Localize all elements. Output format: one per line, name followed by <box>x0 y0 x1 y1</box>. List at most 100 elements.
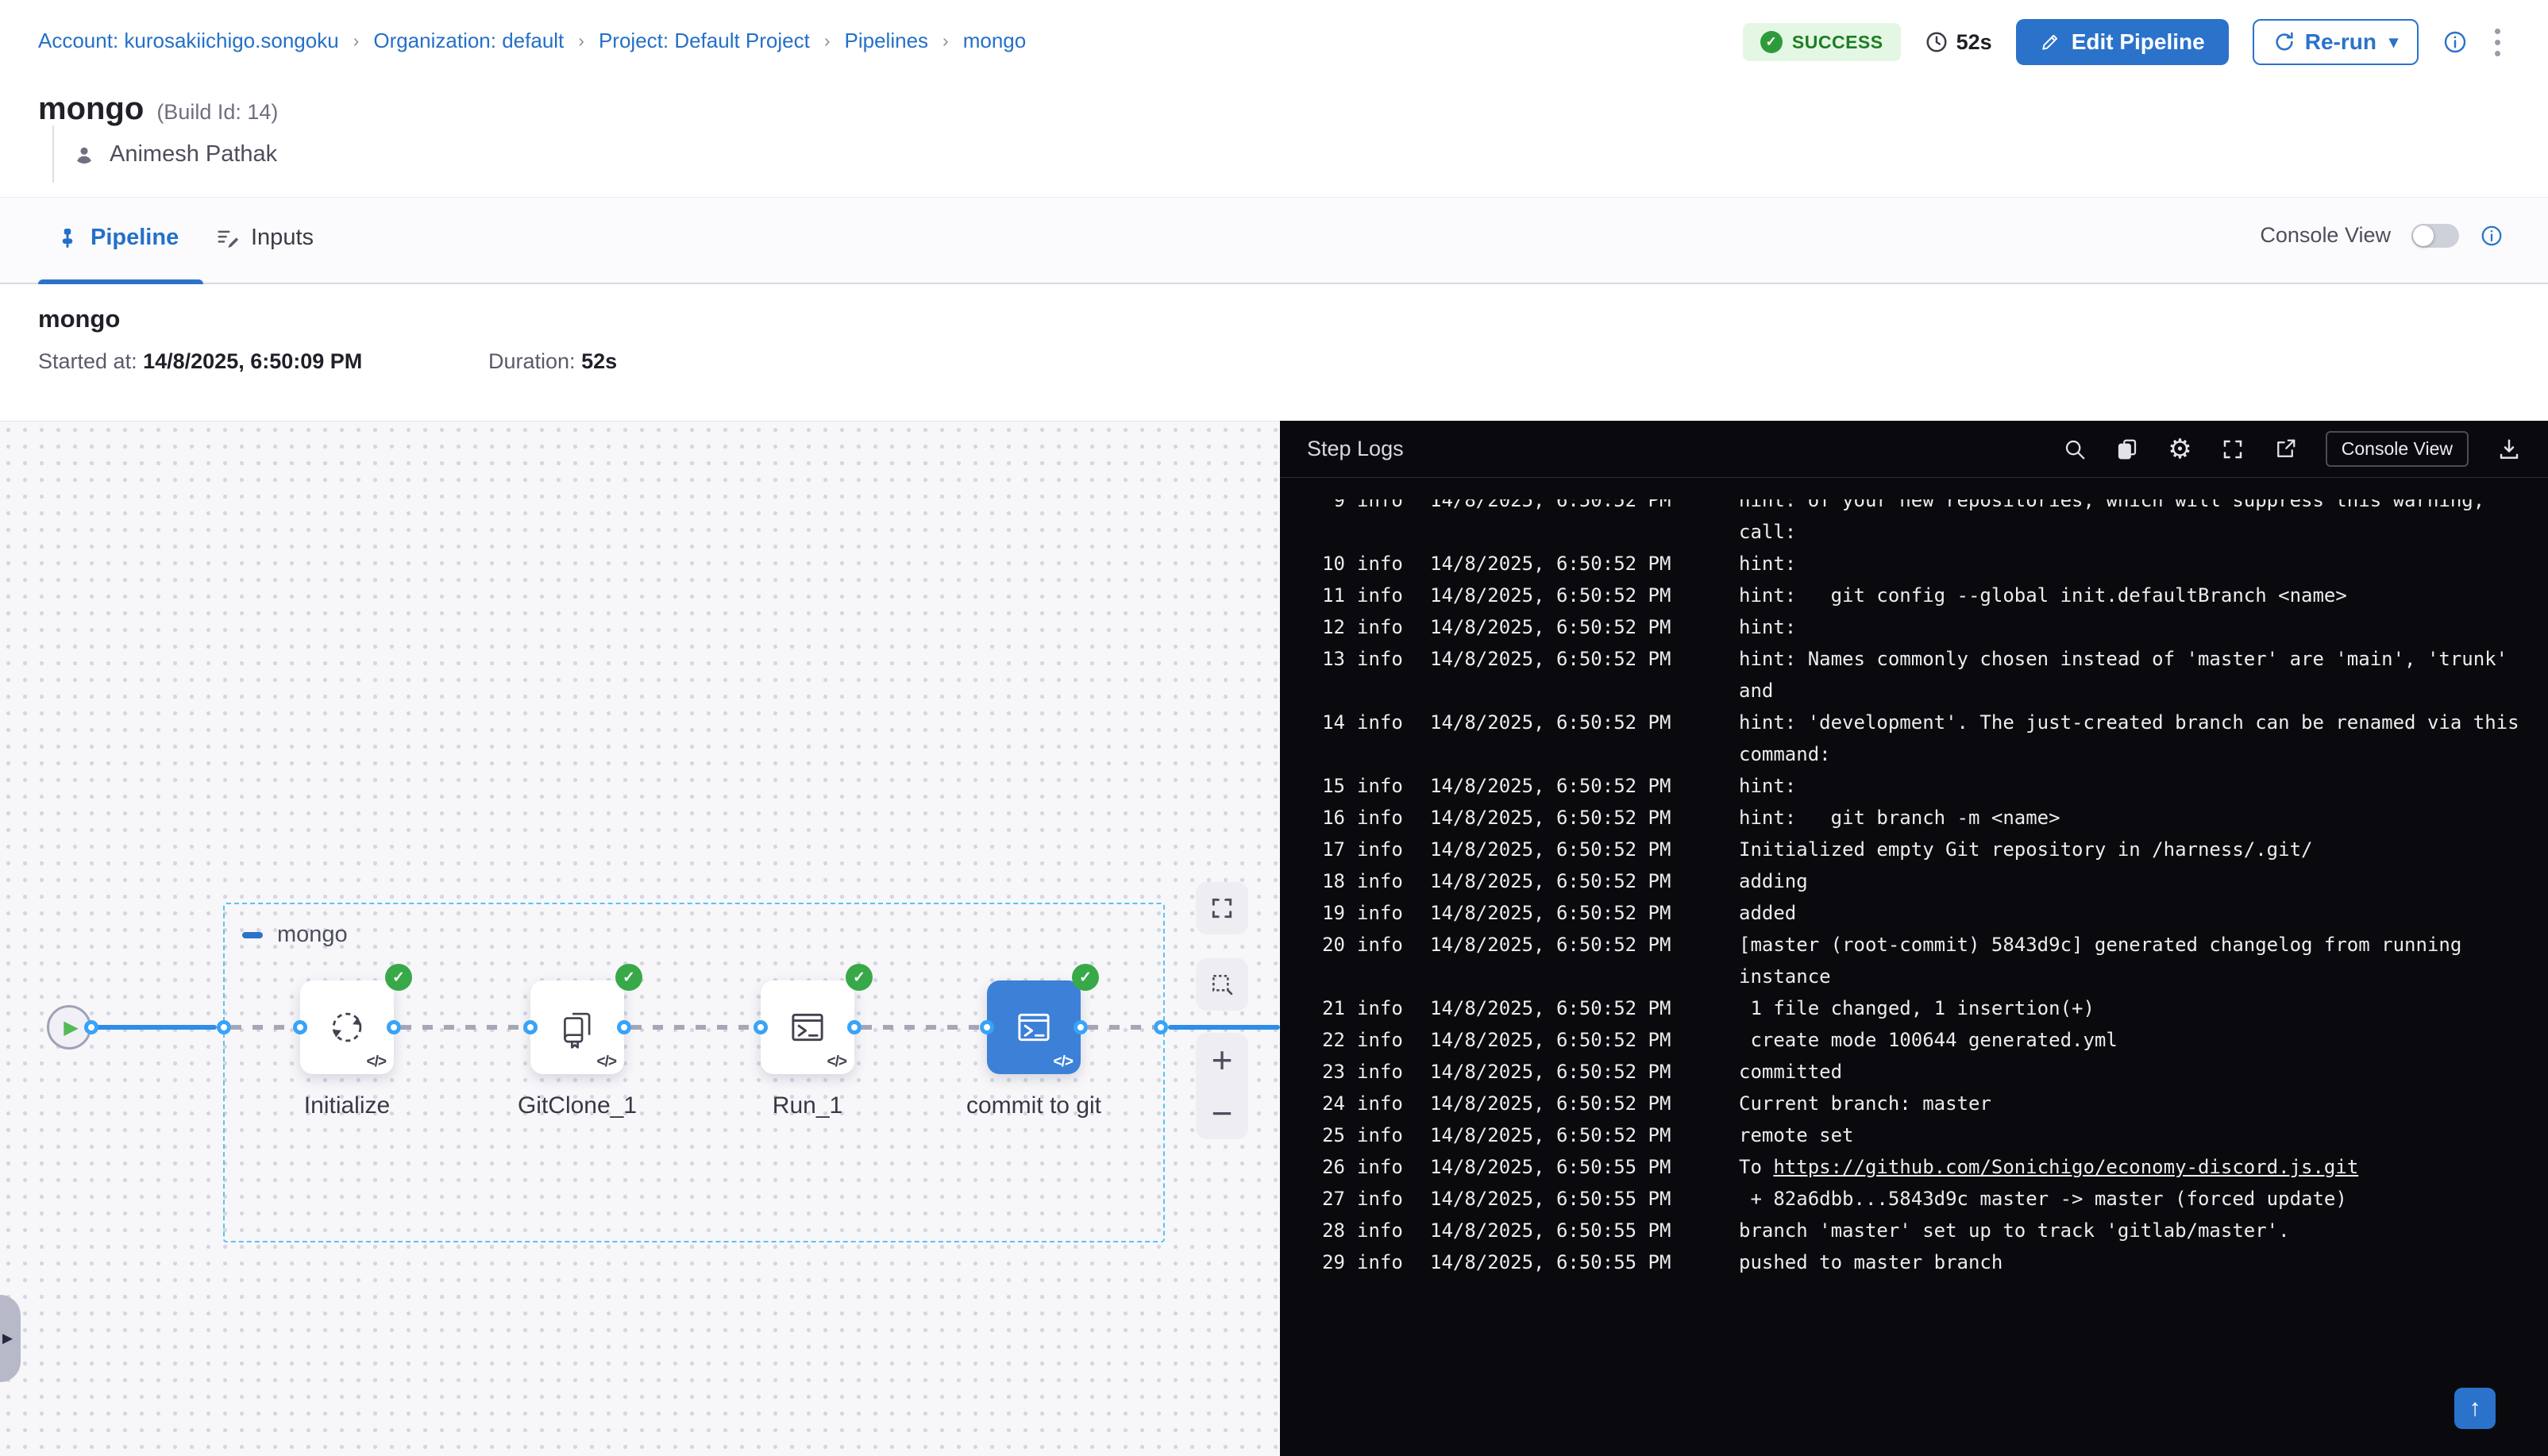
breadcrumb-separator: › <box>578 30 584 52</box>
step-node-initialize[interactable]: </> <box>300 980 394 1074</box>
log-message: hint: <box>1739 770 1796 802</box>
log-message: added <box>1739 897 1796 929</box>
code-icon: </> <box>367 1053 386 1071</box>
log-timestamp: 14/8/2025, 6:50:52 PM <box>1430 1056 1671 1088</box>
log-clip-mask <box>1280 479 2548 499</box>
log-timestamp: 14/8/2025, 6:50:52 PM <box>1430 770 1671 802</box>
log-level: info <box>1357 1151 1403 1183</box>
breadcrumb-pipelines[interactable]: Pipelines <box>845 29 929 53</box>
log-message: hint: git branch -m <name> <box>1739 802 2060 834</box>
zoom-in-button[interactable]: + <box>1212 1042 1233 1078</box>
console-view-info-icon[interactable] <box>2480 224 2504 248</box>
zoom-out-button[interactable]: − <box>1212 1095 1233 1131</box>
more-options-menu[interactable] <box>2492 25 2504 60</box>
log-line-continuation: and <box>1280 675 2548 707</box>
rerun-label: Re-run <box>2305 29 2376 55</box>
left-panel-expand-handle[interactable]: ▶ <box>0 1295 21 1382</box>
log-message: adding <box>1739 865 1808 897</box>
log-line-number: 18 <box>1310 865 1345 897</box>
log-timestamp: 14/8/2025, 6:50:52 PM <box>1430 580 1671 611</box>
log-level: info <box>1357 834 1403 865</box>
step-node-run[interactable]: </> <box>761 980 854 1074</box>
page-title: mongo (Build Id: 14) <box>38 91 278 127</box>
log-line-number: 24 <box>1310 1088 1345 1119</box>
pipeline-canvas[interactable]: ▶ mongo </> </> </> </> <box>0 421 1280 1456</box>
log-fullscreen-icon[interactable] <box>2221 437 2245 461</box>
step-status-success-icon: ✓ <box>615 964 642 991</box>
code-icon: </> <box>597 1053 616 1071</box>
step-label: Run_1 <box>688 1092 927 1119</box>
run-stage-name: mongo <box>38 305 120 333</box>
chevron-down-icon[interactable]: ▾ <box>2389 32 2398 52</box>
log-line-number: 12 <box>1310 611 1345 643</box>
log-timestamp: 14/8/2025, 6:50:52 PM <box>1430 1119 1671 1151</box>
rerun-button[interactable]: Re-run ▾ <box>2253 19 2419 65</box>
log-message: create mode 100644 generated.yml <box>1739 1024 2118 1056</box>
log-message: Initialized empty Git repository in /har… <box>1739 834 2312 865</box>
author-name: Animesh Pathak <box>110 141 277 168</box>
log-level: info <box>1357 1246 1403 1278</box>
step-status-success-icon: ✓ <box>846 964 873 991</box>
log-timestamp: 14/8/2025, 6:50:52 PM <box>1430 802 1671 834</box>
log-timestamp: 14/8/2025, 6:50:52 PM <box>1430 643 1671 675</box>
connector-dot <box>617 1020 631 1034</box>
log-level: info <box>1357 992 1403 1024</box>
duration-value: 52s <box>1956 30 1992 55</box>
log-line-number: 29 <box>1310 1246 1345 1278</box>
log-message: command: <box>1739 738 1831 770</box>
build-id: (Build Id: 14) <box>156 100 278 125</box>
log-line-number: 22 <box>1310 1024 1345 1056</box>
breadcrumb-separator: › <box>824 30 831 52</box>
scroll-to-top-button[interactable]: ↑ <box>2454 1388 2496 1429</box>
info-icon[interactable] <box>2442 29 2468 55</box>
log-timestamp: 14/8/2025, 6:50:52 PM <box>1430 834 1671 865</box>
log-search-icon[interactable] <box>2063 437 2087 461</box>
log-message: hint: <box>1739 548 1796 580</box>
log-line-number: 13 <box>1310 643 1345 675</box>
connector-dot <box>754 1020 768 1034</box>
toggle-knob <box>2413 225 2434 246</box>
log-line: 26info14/8/2025, 6:50:55 PMTo https://gi… <box>1280 1151 2548 1183</box>
edit-pipeline-button[interactable]: Edit Pipeline <box>2016 19 2229 65</box>
console-view-button[interactable]: Console View <box>2326 431 2469 467</box>
connector-dot <box>387 1020 401 1034</box>
log-level: info <box>1357 707 1403 738</box>
log-timestamp: 14/8/2025, 6:50:52 PM <box>1430 611 1671 643</box>
step-status-success-icon: ✓ <box>1072 964 1099 991</box>
stage-collapse-button[interactable] <box>242 932 263 938</box>
log-message: + 82a6dbb...5843d9c master -> master (fo… <box>1739 1183 2347 1215</box>
log-message: instance <box>1739 961 1831 992</box>
step-node-gitclone[interactable]: </> <box>530 980 624 1074</box>
log-copy-icon[interactable] <box>2115 437 2139 461</box>
canvas-fit-view-button[interactable] <box>1196 882 1248 934</box>
breadcrumb-organization[interactable]: Organization: default <box>373 29 564 53</box>
step-status-success-icon: ✓ <box>385 964 412 991</box>
log-line-number: 15 <box>1310 770 1345 802</box>
log-download-icon[interactable] <box>2497 437 2521 461</box>
connector-dot <box>847 1020 862 1034</box>
log-line: 27info14/8/2025, 6:50:55 PM + 82a6dbb...… <box>1280 1183 2548 1215</box>
breadcrumb-account[interactable]: Account: kurosakiichigo.songoku <box>38 29 339 53</box>
git-clone-icon <box>554 1004 600 1050</box>
status-badge: ✓ SUCCESS <box>1743 23 1901 61</box>
log-line: 28info14/8/2025, 6:50:55 PMbranch 'maste… <box>1280 1215 2548 1246</box>
breadcrumb-pipeline-name[interactable]: mongo <box>963 29 1027 53</box>
tab-pipeline[interactable]: Pipeline <box>56 225 179 251</box>
console-view-toggle[interactable] <box>2411 224 2459 248</box>
tab-pipeline-label: Pipeline <box>91 225 179 251</box>
log-header: Step Logs ⚙ Console View <box>1280 421 2548 478</box>
run-started: Started at: 14/8/2025, 6:50:09 PM <box>38 349 362 374</box>
breadcrumb-project[interactable]: Project: Default Project <box>599 29 810 53</box>
step-node-commit-to-git[interactable]: </> <box>987 980 1081 1074</box>
log-output[interactable]: 9info14/8/2025, 6:50:52 PMhint: of your … <box>1280 484 2548 1278</box>
log-link[interactable]: https://github.com/Sonichigo/economy-dis… <box>1773 1156 2358 1178</box>
log-open-external-icon[interactable] <box>2273 437 2297 461</box>
log-message: pushed to master branch <box>1739 1246 2003 1278</box>
log-line: 20info14/8/2025, 6:50:52 PM[master (root… <box>1280 929 2548 961</box>
canvas-select-button[interactable] <box>1196 958 1248 1011</box>
code-icon: </> <box>827 1053 846 1071</box>
log-settings-icon[interactable]: ⚙ <box>2168 436 2191 463</box>
tab-inputs[interactable]: Inputs <box>216 225 314 251</box>
stage-header: mongo <box>242 922 348 948</box>
log-line: 18info14/8/2025, 6:50:52 PMadding <box>1280 865 2548 897</box>
